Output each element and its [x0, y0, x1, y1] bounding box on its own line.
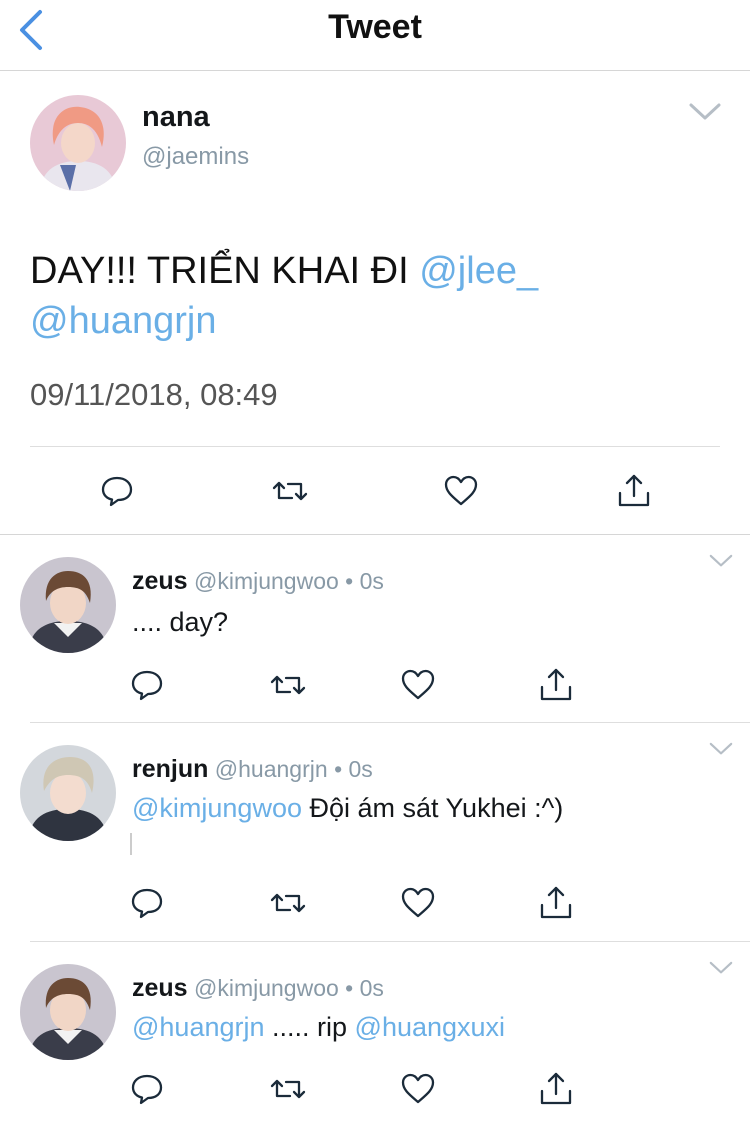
like-icon[interactable]	[441, 471, 481, 511]
author-name[interactable]: nana	[142, 101, 210, 134]
reply-text: .... day?	[132, 607, 228, 638]
reply-body: Đội ám sát Yukhei :^)	[301, 793, 564, 823]
reply-tweet[interactable]: renjun @huangrjn • 0s @kimjungwoo Đội ám…	[0, 723, 750, 942]
reply-header: zeus @kimjungwoo • 0s	[132, 567, 384, 596]
text-cursor	[130, 833, 132, 855]
mention-link[interactable]: @huangrjn	[30, 300, 216, 342]
share-icon[interactable]	[536, 1069, 576, 1109]
reply-header: zeus @kimjungwoo • 0s	[132, 974, 384, 1003]
avatar[interactable]	[20, 557, 116, 653]
tweet-text: DAY!!! TRIỂN KHAI ĐI @jlee_ @huangrjn	[30, 246, 720, 346]
reply-author-name[interactable]: zeus	[132, 974, 188, 1002]
share-icon[interactable]	[536, 665, 576, 705]
like-icon[interactable]	[398, 665, 438, 705]
retweet-icon[interactable]	[268, 883, 308, 923]
reply-icon[interactable]	[127, 1069, 167, 1109]
reply-author-name[interactable]: zeus	[132, 567, 188, 595]
reply-author-handle[interactable]: @kimjungwoo	[194, 568, 339, 594]
share-icon[interactable]	[536, 883, 576, 923]
avatar[interactable]	[20, 964, 116, 1060]
retweet-icon[interactable]	[268, 665, 308, 705]
reply-header: renjun @huangrjn • 0s	[132, 755, 373, 784]
reply-text: @kimjungwoo Đội ám sát Yukhei :^)	[132, 793, 563, 824]
reply-tweet[interactable]: zeus @kimjungwoo • 0s .... day?	[0, 535, 750, 723]
tweet-body: DAY!!! TRIỂN KHAI ĐI	[30, 250, 420, 292]
top-nav-bar: Tweet	[0, 0, 750, 71]
reply-icon[interactable]	[127, 665, 167, 705]
page-title: Tweet	[328, 8, 422, 46]
like-icon[interactable]	[398, 1069, 438, 1109]
share-icon[interactable]	[614, 471, 654, 511]
reply-icon[interactable]	[97, 471, 137, 511]
chevron-down-icon[interactable]	[688, 101, 722, 123]
chevron-down-icon[interactable]	[708, 741, 734, 757]
reply-author-handle[interactable]: @kimjungwoo	[194, 975, 339, 1001]
main-tweet: nana @jaemins DAY!!! TRIỂN KHAI ĐI @jlee…	[0, 71, 750, 535]
reply-body: .... day?	[132, 607, 229, 637]
tweet-actions	[0, 471, 750, 511]
reply-body: ..... rip	[264, 1012, 355, 1042]
reply-text: @huangrjn ..... rip @huangxuxi	[132, 1012, 505, 1043]
chevron-down-icon[interactable]	[708, 553, 734, 569]
tweet-timestamp: 09/11/2018, 08:49	[30, 377, 278, 412]
mention-link[interactable]: @huangxuxi	[355, 1012, 506, 1042]
divider	[30, 446, 720, 447]
mention-link[interactable]: @kimjungwoo	[132, 793, 302, 823]
reply-author-name[interactable]: renjun	[132, 755, 208, 783]
chevron-down-icon[interactable]	[708, 960, 734, 976]
reply-time: • 0s	[345, 568, 384, 594]
reply-time: • 0s	[345, 975, 384, 1001]
mention-link[interactable]: @jlee_	[419, 250, 538, 292]
retweet-icon[interactable]	[270, 471, 310, 511]
reply-author-handle[interactable]: @huangrjn	[215, 756, 328, 782]
mention-link[interactable]: @huangrjn	[132, 1012, 265, 1042]
author-handle[interactable]: @jaemins	[142, 143, 249, 171]
retweet-icon[interactable]	[268, 1069, 308, 1109]
avatar[interactable]	[20, 745, 116, 841]
avatar[interactable]	[30, 95, 126, 191]
reply-time: • 0s	[334, 756, 373, 782]
reply-tweet[interactable]: zeus @kimjungwoo • 0s @huangrjn ..... ri…	[0, 942, 750, 1130]
reply-icon[interactable]	[127, 883, 167, 923]
like-icon[interactable]	[398, 883, 438, 923]
